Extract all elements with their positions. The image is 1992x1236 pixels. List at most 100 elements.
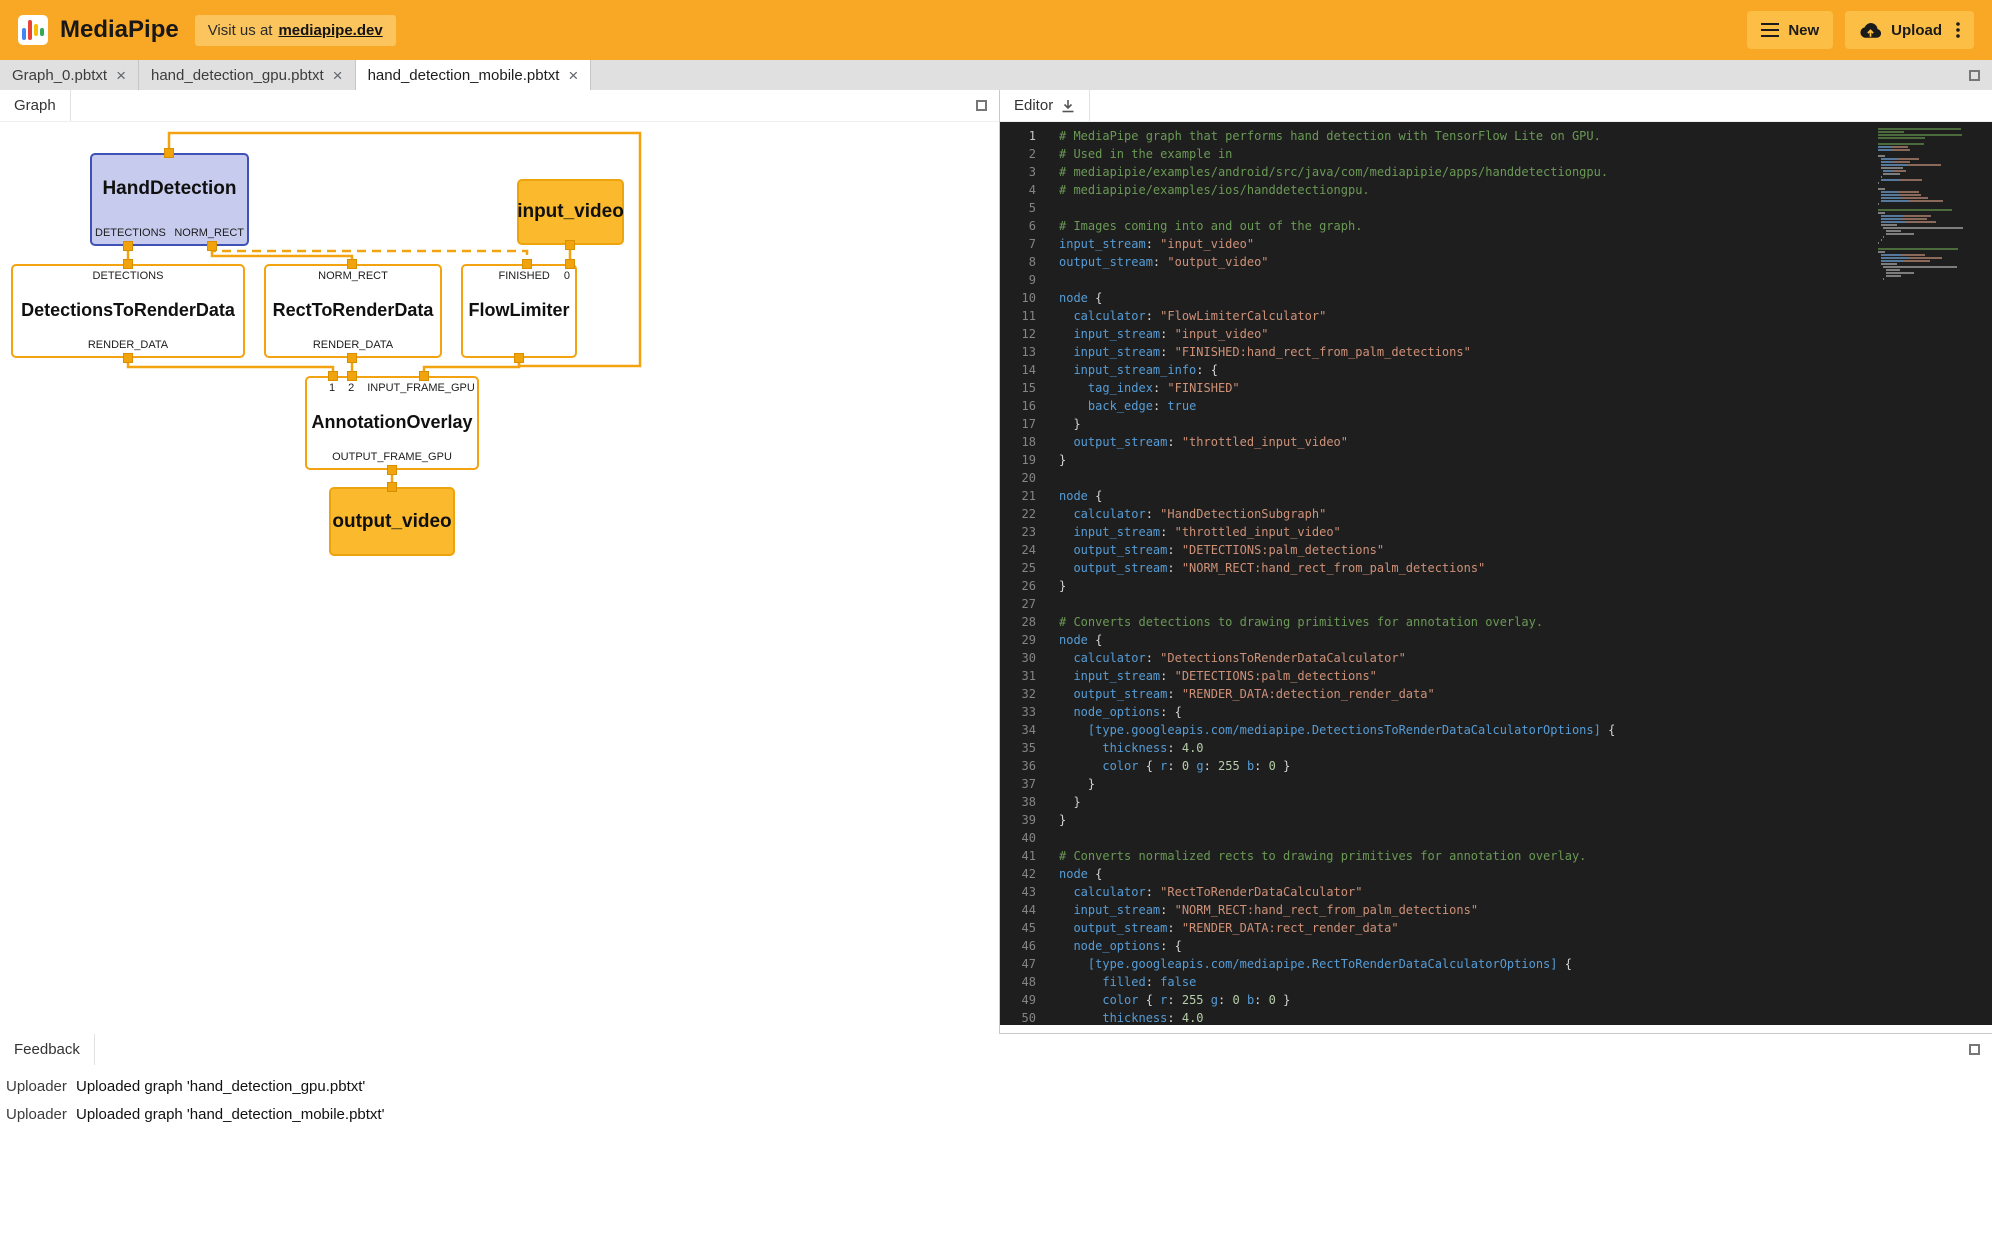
- code-line[interactable]: }: [1059, 811, 1992, 829]
- tab-hand-detection-gpu-pbtxt[interactable]: hand_detection_gpu.pbtxt ×: [139, 60, 356, 90]
- code-line[interactable]: }: [1059, 415, 1992, 433]
- code-line[interactable]: color { r: 255 g: 0 b: 0 }: [1059, 991, 1992, 1009]
- code-line[interactable]: tag_index: "FINISHED": [1059, 379, 1992, 397]
- code-line[interactable]: output_stream: "RENDER_DATA:detection_re…: [1059, 685, 1992, 703]
- code-line[interactable]: # Converts normalized rects to drawing p…: [1059, 847, 1992, 865]
- code-line[interactable]: calculator: "DetectionsToRenderDataCalcu…: [1059, 649, 1992, 667]
- code-line[interactable]: [type.googleapis.com/mediapipe.RectToRen…: [1059, 955, 1992, 973]
- graph-node-rect-to-render-data[interactable]: NORM_RECT RectToRenderData RENDER_DATA: [264, 264, 442, 358]
- code-line[interactable]: color { r: 0 g: 255 b: 0 }: [1059, 757, 1992, 775]
- line-number: 35: [1000, 739, 1036, 757]
- menu-icon: [1761, 23, 1779, 37]
- upload-button[interactable]: Upload: [1845, 11, 1974, 49]
- port-label-finished: FINISHED: [499, 270, 550, 282]
- code-line[interactable]: node {: [1059, 289, 1992, 307]
- graph-node-output-video[interactable]: output_video: [329, 487, 455, 556]
- edge-backedge-finished-dashed: [212, 246, 527, 264]
- code-line[interactable]: input_stream_info: {: [1059, 361, 1992, 379]
- code-line[interactable]: # mediapipie/examples/ios/handdetectiong…: [1059, 181, 1992, 199]
- graph-canvas[interactable]: HandDetection DETECTIONS NORM_RECT input…: [0, 122, 999, 1034]
- code-line[interactable]: }: [1059, 451, 1992, 469]
- code-line[interactable]: output_stream: "NORM_RECT:hand_rect_from…: [1059, 559, 1992, 577]
- code-editor[interactable]: 1234567891011121314151617181920212223242…: [1000, 122, 1992, 1025]
- code-line[interactable]: node {: [1059, 487, 1992, 505]
- code-line[interactable]: input_stream: "throttled_input_video": [1059, 523, 1992, 541]
- node-title: output_video: [332, 511, 451, 533]
- editor-code[interactable]: # MediaPipe graph that performs hand det…: [1046, 122, 1992, 1025]
- code-line[interactable]: output_stream: "DETECTIONS:palm_detectio…: [1059, 541, 1992, 559]
- code-line[interactable]: output_stream: "RENDER_DATA:rect_render_…: [1059, 919, 1992, 937]
- expand-feedback-panel-icon[interactable]: [1969, 1044, 1980, 1055]
- code-line[interactable]: [1059, 199, 1992, 217]
- code-line[interactable]: }: [1059, 775, 1992, 793]
- minimap-line: [1878, 155, 1885, 157]
- tab-graph-0-pbtxt[interactable]: Graph_0.pbtxt ×: [0, 60, 139, 90]
- code-line[interactable]: calculator: "FlowLimiterCalculator": [1059, 307, 1992, 325]
- line-number: 32: [1000, 685, 1036, 703]
- minimap-line: [1878, 242, 1879, 244]
- line-number: 15: [1000, 379, 1036, 397]
- tab-close-icon[interactable]: ×: [568, 67, 578, 84]
- code-line[interactable]: node {: [1059, 631, 1992, 649]
- mediapipe-dev-link[interactable]: mediapipe.dev: [278, 22, 382, 39]
- editor-minimap[interactable]: [1878, 128, 1978, 281]
- code-line[interactable]: input_stream: "FINISHED:hand_rect_from_p…: [1059, 343, 1992, 361]
- code-line[interactable]: input_stream: "input_video": [1059, 235, 1992, 253]
- code-line[interactable]: input_stream: "input_video": [1059, 325, 1992, 343]
- code-line[interactable]: # Images coming into and out of the grap…: [1059, 217, 1992, 235]
- code-line[interactable]: input_stream: "DETECTIONS:palm_detection…: [1059, 667, 1992, 685]
- tab-close-icon[interactable]: ×: [333, 67, 343, 84]
- graph-node-input-video[interactable]: input_video: [517, 179, 624, 245]
- port-label-detections: DETECTIONS: [95, 227, 166, 239]
- code-line[interactable]: node {: [1059, 865, 1992, 883]
- code-line[interactable]: [1059, 469, 1992, 487]
- code-line[interactable]: [type.googleapis.com/mediapipe.Detection…: [1059, 721, 1992, 739]
- new-button[interactable]: New: [1747, 11, 1833, 49]
- graph-panel-header: Graph: [0, 90, 999, 122]
- graph-node-annotation-overlay[interactable]: 1 2 INPUT_FRAME_GPU AnnotationOverlay OU…: [305, 376, 479, 470]
- code-line[interactable]: output_stream: "throttled_input_video": [1059, 433, 1992, 451]
- graph-node-flow-limiter[interactable]: FINISHED 0 FlowLimiter: [461, 264, 577, 358]
- tab-close-icon[interactable]: ×: [116, 67, 126, 84]
- code-line[interactable]: output_stream: "output_video": [1059, 253, 1992, 271]
- graph-node-detections-to-render-data[interactable]: DETECTIONS DetectionsToRenderData RENDER…: [11, 264, 245, 358]
- download-icon[interactable]: [1061, 99, 1075, 113]
- code-line[interactable]: [1059, 595, 1992, 613]
- code-line[interactable]: node_options: {: [1059, 703, 1992, 721]
- code-line[interactable]: # mediapipie/examples/android/src/java/c…: [1059, 163, 1992, 181]
- code-line[interactable]: calculator: "RectToRenderDataCalculator": [1059, 883, 1992, 901]
- code-line[interactable]: back_edge: true: [1059, 397, 1992, 415]
- code-line[interactable]: [1059, 829, 1992, 847]
- tab-hand-detection-mobile-pbtxt[interactable]: hand_detection_mobile.pbtxt ×: [356, 60, 592, 90]
- tab-feedback[interactable]: Feedback: [0, 1034, 95, 1065]
- tab-editor-view[interactable]: Editor: [1000, 90, 1090, 121]
- minimap-line: [1878, 185, 1978, 187]
- code-line[interactable]: }: [1059, 577, 1992, 595]
- code-line[interactable]: thickness: 4.0: [1059, 739, 1992, 757]
- kebab-menu-icon[interactable]: [1956, 22, 1960, 38]
- code-line[interactable]: # Used in the example in: [1059, 145, 1992, 163]
- tab-label: hand_detection_gpu.pbtxt: [151, 67, 324, 84]
- code-line[interactable]: filled: false: [1059, 973, 1992, 991]
- code-line[interactable]: input_stream: "NORM_RECT:hand_rect_from_…: [1059, 901, 1992, 919]
- port-label-render-data: RENDER_DATA: [313, 339, 393, 351]
- port-label-norm-rect: NORM_RECT: [318, 270, 388, 282]
- line-number: 1: [1000, 127, 1036, 145]
- code-line[interactable]: thickness: 4.0: [1059, 1009, 1992, 1025]
- code-line[interactable]: # MediaPipe graph that performs hand det…: [1059, 127, 1992, 145]
- code-line[interactable]: # Converts detections to drawing primiti…: [1059, 613, 1992, 631]
- code-line[interactable]: node_options: {: [1059, 937, 1992, 955]
- minimap-line: [1883, 236, 1884, 238]
- tab-graph-view[interactable]: Graph: [0, 90, 71, 121]
- minimap-line: [1878, 128, 1961, 130]
- code-line[interactable]: [1059, 271, 1992, 289]
- expand-editor-panel-icon[interactable]: [1969, 70, 1980, 81]
- graph-node-hand-detection[interactable]: HandDetection DETECTIONS NORM_RECT: [90, 153, 249, 246]
- line-number: 42: [1000, 865, 1036, 883]
- minimap-line: [1881, 161, 1911, 163]
- expand-graph-panel-icon[interactable]: [976, 100, 987, 111]
- code-line[interactable]: }: [1059, 793, 1992, 811]
- minimap-line: [1881, 167, 1903, 169]
- line-number: 33: [1000, 703, 1036, 721]
- code-line[interactable]: calculator: "HandDetectionSubgraph": [1059, 505, 1992, 523]
